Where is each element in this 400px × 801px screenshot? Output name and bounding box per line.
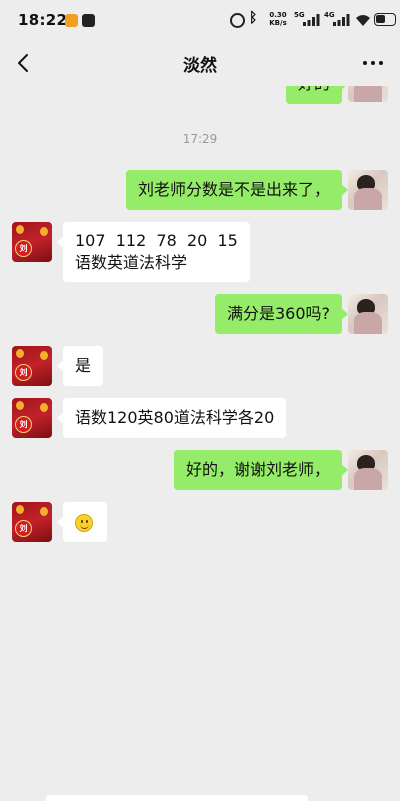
teacher-avatar[interactable]: 刘 bbox=[12, 502, 52, 542]
message-bubble-received[interactable]: 107 112 78 20 15 语数英道法科学 bbox=[57, 222, 250, 282]
avatar-badge: 刘 bbox=[15, 240, 32, 257]
message-bubble-received[interactable]: 是 bbox=[56, 346, 104, 386]
message-timestamp: 17:29 bbox=[182, 132, 218, 146]
message-bubble-received[interactable] bbox=[57, 502, 107, 542]
lantern-decoration bbox=[40, 351, 48, 360]
message-bubble-sent[interactable]: 满分是360吗? bbox=[214, 294, 349, 334]
avatar-badge: 刘 bbox=[15, 364, 32, 381]
my-avatar[interactable] bbox=[348, 170, 388, 210]
more-dots-icon[interactable] bbox=[358, 50, 388, 76]
smile-emoji-icon bbox=[75, 514, 93, 532]
net-speed-value: 0.30 bbox=[269, 11, 287, 19]
teacher-avatar[interactable]: 刘 bbox=[12, 222, 52, 262]
lantern-decoration bbox=[40, 227, 48, 236]
message-text: 语数120英80道法科学各20 bbox=[75, 408, 275, 427]
message-bubble-received[interactable]: 语数120英80道法科学各20 bbox=[56, 398, 287, 438]
wifi-icon bbox=[356, 15, 370, 26]
status-time: 18:22 bbox=[18, 11, 68, 29]
app-notification-icon bbox=[65, 14, 78, 27]
message-text: 好的 bbox=[298, 86, 330, 93]
message-text-line: 107 112 78 20 15 bbox=[75, 231, 238, 250]
message-list[interactable]: 好的 17:29 刘老师分数是不是出来了， 刘 107 112 78 20 15… bbox=[0, 86, 400, 800]
status-bar: 18:22 ᛒ 0.30 KB/s 5G 4G bbox=[0, 0, 400, 42]
message-text: 是 bbox=[75, 356, 92, 375]
bluetooth-icon: ᛒ bbox=[249, 10, 258, 26]
message-text: 刘老师分数是不是出来了， bbox=[137, 180, 330, 199]
my-avatar[interactable] bbox=[348, 294, 388, 334]
avatar-badge: 刘 bbox=[15, 416, 32, 433]
network-speed: 0.30 KB/s bbox=[266, 11, 290, 27]
signal-icon bbox=[303, 14, 320, 26]
chat-header: 淡然 bbox=[0, 42, 400, 86]
message-text: 满分是360吗? bbox=[226, 304, 330, 323]
my-avatar[interactable] bbox=[348, 86, 388, 102]
capcut-notification-icon bbox=[82, 14, 95, 27]
battery-icon bbox=[374, 13, 396, 26]
lantern-decoration bbox=[16, 349, 24, 358]
message-text-line: 语数英道法科学 bbox=[75, 253, 188, 272]
teacher-avatar[interactable]: 刘 bbox=[12, 398, 52, 438]
chat-title: 淡然 bbox=[183, 56, 217, 76]
lantern-decoration bbox=[16, 505, 24, 514]
net-speed-unit: KB/s bbox=[269, 19, 287, 27]
my-avatar[interactable] bbox=[348, 450, 388, 490]
message-bubble-sent[interactable]: 好的，谢谢刘老师， bbox=[173, 450, 349, 490]
lantern-decoration bbox=[16, 225, 24, 234]
lantern-decoration bbox=[16, 401, 24, 410]
message-text: 好的，谢谢刘老师， bbox=[185, 460, 330, 479]
lantern-decoration bbox=[40, 507, 48, 516]
signal-icon bbox=[333, 14, 350, 26]
lantern-decoration bbox=[40, 403, 48, 412]
teacher-avatar[interactable]: 刘 bbox=[12, 346, 52, 386]
message-bubble-sent[interactable]: 刘老师分数是不是出来了， bbox=[125, 170, 349, 210]
message-bubble-sent[interactable]: 好的 bbox=[285, 86, 349, 104]
input-bar-edge bbox=[46, 795, 308, 801]
alarm-icon bbox=[230, 13, 245, 28]
avatar-badge: 刘 bbox=[15, 520, 32, 537]
